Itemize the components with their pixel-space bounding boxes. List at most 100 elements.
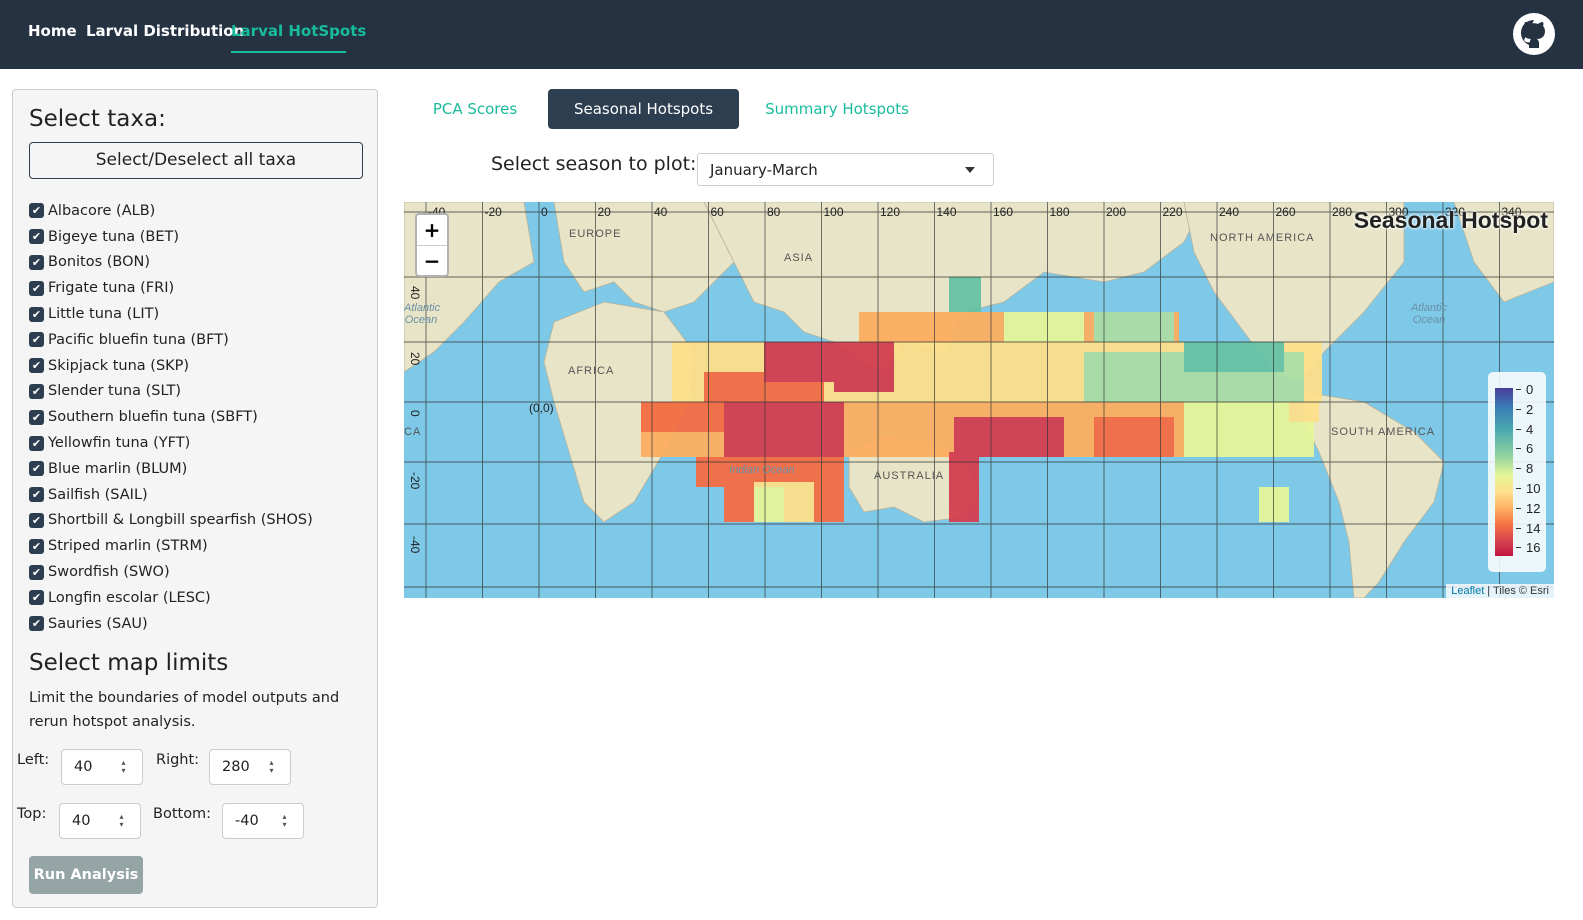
place-label: SOUTH AMERICA — [1331, 426, 1436, 438]
stepper-icon[interactable]: ▴ ▾ — [119, 759, 128, 775]
legend-tick-label: 2 — [1526, 401, 1534, 417]
map-attribution: Leaflet | Tiles © Esri — [1446, 584, 1554, 598]
checkbox-checked-icon[interactable]: ✔ — [29, 435, 44, 451]
map-land — [553, 202, 735, 313]
taxa-checkbox-row[interactable]: ✔ Longfin escolar (LESC) — [29, 585, 369, 611]
select-all-taxa-button[interactable]: Select/Deselect all taxa — [29, 142, 363, 179]
stepper-icon[interactable]: ▴ ▾ — [267, 759, 276, 775]
checkbox-checked-icon[interactable]: ✔ — [29, 383, 44, 399]
tab-seasonal-hotspots[interactable]: Seasonal Hotspots — [548, 89, 739, 129]
tab-summary-hotspots[interactable]: Summary Hotspots — [752, 89, 922, 129]
longitude-label: -20 — [484, 205, 502, 219]
taxa-checkbox-label: Sailfish (SAIL) — [48, 486, 148, 503]
checkbox-checked-icon[interactable]: ✔ — [29, 564, 44, 580]
taxa-checkbox-label: Bonitos (BON) — [48, 254, 151, 271]
checkbox-checked-icon[interactable]: ✔ — [29, 538, 44, 554]
taxa-checkbox-row[interactable]: ✔ Yellowfin tuna (YFT) — [29, 430, 369, 456]
taxa-checkbox-label: Swordfish (SWO) — [48, 564, 170, 581]
legend-tick-mark — [1516, 408, 1521, 410]
leaflet-link[interactable]: Leaflet — [1451, 585, 1484, 597]
longitude-label: 200 — [1106, 205, 1127, 219]
taxa-checkbox-row[interactable]: ✔ Little tuna (LIT) — [29, 301, 369, 327]
legend-tick-mark — [1516, 527, 1521, 529]
taxa-checkbox-row[interactable]: ✔ Bigeye tuna (BET) — [29, 224, 369, 250]
taxa-checkbox-row[interactable]: ✔ Frigate tuna (FRI) — [29, 275, 369, 301]
taxa-checkbox-row[interactable]: ✔ Pacific bluefin tuna (BFT) — [29, 327, 369, 353]
hotspot-cell — [949, 452, 979, 522]
run-analysis-button[interactable]: Run Analysis — [29, 856, 143, 894]
checkbox-checked-icon[interactable]: ✔ — [29, 229, 44, 245]
taxa-checkbox-label: Southern bluefin tuna (SBFT) — [48, 409, 258, 426]
checkbox-checked-icon[interactable]: ✔ — [29, 254, 44, 270]
left-limit-input[interactable]: 40 ▴ ▾ — [61, 749, 143, 785]
stepper-icon[interactable]: ▴ ▾ — [280, 813, 289, 829]
legend-tick-mark — [1516, 547, 1521, 549]
zoom-control: + − — [415, 213, 449, 277]
bottom-limit-label: Bottom: — [153, 806, 212, 822]
hotspot-map[interactable]: EUROPE ASIA AFRICA AUSTRALIA NORTH AMERI… — [404, 202, 1554, 598]
zoom-out-button[interactable]: − — [417, 245, 447, 276]
legend-tick-mark — [1516, 488, 1521, 489]
place-label: ASIA — [784, 252, 814, 264]
taxa-checkbox-row[interactable]: ✔ Shortbill & Longbill spearfish (SHOS) — [29, 508, 369, 534]
map-title: Seasonal Hotspot — [1353, 207, 1548, 233]
tab-pca-scores[interactable]: PCA Scores — [415, 89, 535, 129]
taxa-checkbox-label: Blue marlin (BLUM) — [48, 460, 188, 477]
map-legend: 0 2 4 6 8 10 12 14 16 — [1488, 372, 1546, 572]
checkbox-checked-icon[interactable]: ✔ — [29, 487, 44, 503]
hotspot-cell — [949, 277, 981, 317]
checkbox-checked-icon[interactable]: ✔ — [29, 203, 44, 219]
hotspot-cell — [754, 487, 784, 522]
latitude-label: 20 — [408, 352, 422, 366]
bottom-limit-input[interactable]: -40 ▴ ▾ — [222, 803, 304, 839]
taxa-checkbox-row[interactable]: ✔ Slender tuna (SLT) — [29, 379, 369, 405]
season-select[interactable]: January-March — [697, 153, 994, 186]
taxa-checkbox-label: Longfin escolar (LESC) — [48, 589, 211, 606]
taxa-checkbox-label: Shortbill & Longbill spearfish (SHOS) — [48, 512, 313, 529]
checkbox-checked-icon[interactable]: ✔ — [29, 512, 44, 528]
nav-larval-distribution[interactable]: Larval Distribution — [86, 22, 244, 40]
stepper-icon[interactable]: ▴ ▾ — [117, 813, 126, 829]
taxa-checkbox-label: Frigate tuna (FRI) — [48, 280, 175, 297]
chevron-down-icon — [965, 167, 975, 173]
map-basemap — [404, 202, 1554, 598]
longitude-label: 240 — [1219, 205, 1240, 219]
checkbox-checked-icon[interactable]: ✔ — [29, 280, 44, 296]
nav-larval-hotspots[interactable]: Larval HotSpots — [231, 22, 366, 40]
taxa-checkbox-row[interactable]: ✔ Sauries (SAU) — [29, 611, 369, 637]
nav-active-underline — [231, 51, 346, 53]
place-label: CA — [404, 426, 422, 438]
taxa-checkbox-row[interactable]: ✔ Striped marlin (STRM) — [29, 533, 369, 559]
bottom-limit-value: -40 — [235, 813, 259, 829]
legend-tick-label: 6 — [1526, 441, 1534, 457]
nav-home[interactable]: Home — [28, 22, 77, 40]
taxa-checkbox-row[interactable]: ✔ Albacore (ALB) — [29, 198, 369, 224]
taxa-checkbox-row[interactable]: ✔ Bonitos (BON) — [29, 250, 369, 276]
checkbox-checked-icon[interactable]: ✔ — [29, 590, 44, 606]
longitude-label: 0 — [541, 205, 548, 219]
ocean-label: Atlantic Ocean — [1410, 302, 1448, 326]
checkbox-checked-icon[interactable]: ✔ — [29, 332, 44, 348]
right-limit-input[interactable]: 280 ▴ ▾ — [209, 749, 291, 785]
longitude-label: 260 — [1275, 205, 1296, 219]
map-land — [1303, 391, 1445, 598]
hotspot-cell — [724, 402, 844, 457]
checkbox-checked-icon[interactable]: ✔ — [29, 358, 44, 374]
longitude-label: 40 — [654, 205, 668, 219]
taxa-checkbox-row[interactable]: ✔ Southern bluefin tuna (SBFT) — [29, 404, 369, 430]
checkbox-checked-icon[interactable]: ✔ — [29, 616, 44, 632]
checkbox-checked-icon[interactable]: ✔ — [29, 461, 44, 477]
left-limit-value: 40 — [74, 759, 93, 775]
top-limit-input[interactable]: 40 ▴ ▾ — [59, 803, 141, 839]
taxa-checkbox-list: ✔ Albacore (ALB) ✔ Bigeye tuna (BET) ✔ Bonito… — [29, 198, 369, 637]
top-limit-value: 40 — [72, 813, 91, 829]
taxa-checkbox-row[interactable]: ✔ Swordfish (SWO) — [29, 559, 369, 585]
checkbox-checked-icon[interactable]: ✔ — [29, 409, 44, 425]
taxa-checkbox-row[interactable]: ✔ Blue marlin (BLUM) — [29, 456, 369, 482]
checkbox-checked-icon[interactable]: ✔ — [29, 306, 44, 322]
latitude-label: -40 — [408, 536, 422, 554]
github-icon[interactable] — [1512, 12, 1556, 56]
taxa-checkbox-row[interactable]: ✔ Sailfish (SAIL) — [29, 482, 369, 508]
taxa-checkbox-row[interactable]: ✔ Skipjack tuna (SKP) — [29, 353, 369, 379]
zoom-in-button[interactable]: + — [417, 215, 447, 245]
